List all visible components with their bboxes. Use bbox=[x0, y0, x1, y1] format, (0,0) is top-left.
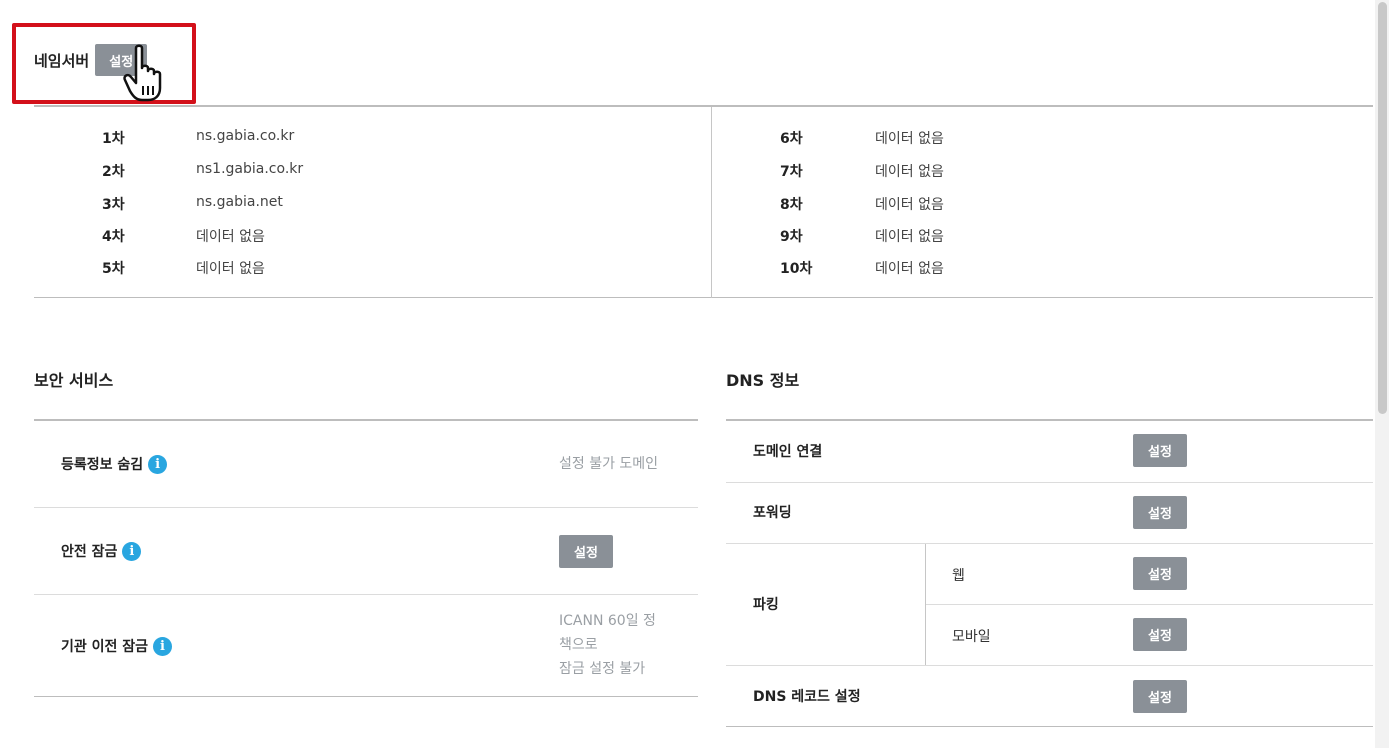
ns-order: 9차 bbox=[780, 229, 803, 245]
dns-bottom-border bbox=[726, 726, 1373, 727]
ns-order: 5차 bbox=[102, 261, 125, 277]
row-divider bbox=[34, 594, 698, 595]
domain-link-set-button[interactable]: 설정 bbox=[1133, 434, 1187, 467]
security-row-transfer-lock: 기관 이전 잠금 i bbox=[61, 636, 173, 656]
parking-mobile-set-button[interactable]: 설정 bbox=[1133, 618, 1187, 651]
status-line: ICANN 60일 정 bbox=[559, 613, 656, 629]
ns-order: 2차 bbox=[102, 164, 125, 180]
info-icon[interactable]: i bbox=[122, 541, 142, 561]
ns-order: 10차 bbox=[780, 261, 813, 277]
security-section-title: 보안 서비스 bbox=[34, 371, 114, 390]
ns-value: 데이터 없음 bbox=[196, 261, 265, 277]
dns-record-label: DNS 레코드 설정 bbox=[753, 689, 861, 705]
row-divider bbox=[726, 665, 1373, 666]
safe-lock-set-button[interactable]: 설정 bbox=[559, 535, 613, 568]
ns-value: 데이터 없음 bbox=[196, 229, 265, 245]
ns-order: 1차 bbox=[102, 131, 125, 147]
nameserver-bottom-border bbox=[34, 297, 1373, 298]
dns-domain-link-label: 도메인 연결 bbox=[753, 444, 823, 460]
parking-divider bbox=[925, 544, 926, 666]
dns-section-title: DNS 정보 bbox=[726, 371, 800, 390]
info-icon[interactable]: i bbox=[153, 636, 173, 656]
security-row-safe-lock: 안전 잠금 i bbox=[61, 541, 142, 561]
ns-value: 데이터 없음 bbox=[875, 164, 944, 180]
parking-mobile-label: 모바일 bbox=[952, 629, 991, 645]
ns-value: 데이터 없음 bbox=[875, 261, 944, 277]
nameserver-top-border bbox=[34, 105, 1373, 107]
security-row-label: 안전 잠금 bbox=[61, 544, 118, 560]
row-divider bbox=[726, 482, 1373, 483]
dns-parking-label: 파킹 bbox=[753, 597, 779, 613]
ns-value: 데이터 없음 bbox=[875, 197, 944, 213]
status-line: 책으로 bbox=[559, 637, 598, 653]
security-row-label: 기관 이전 잠금 bbox=[61, 639, 149, 655]
row-divider bbox=[34, 507, 698, 508]
dns-forwarding-label: 포워딩 bbox=[753, 505, 792, 521]
security-bottom-border bbox=[34, 696, 698, 697]
parking-web-set-button[interactable]: 설정 bbox=[1133, 557, 1187, 590]
dns-top-border bbox=[726, 419, 1373, 421]
ns-value: ns1.gabia.co.kr bbox=[196, 161, 304, 177]
security-top-border bbox=[34, 419, 698, 421]
row-divider bbox=[926, 604, 1373, 605]
ns-order: 6차 bbox=[780, 131, 803, 147]
info-icon[interactable]: i bbox=[148, 454, 168, 474]
dns-record-set-button[interactable]: 설정 bbox=[1133, 680, 1187, 713]
security-row-label: 등록정보 숨김 bbox=[61, 457, 144, 473]
scrollbar-thumb[interactable] bbox=[1378, 2, 1387, 414]
security-row-privacy: 등록정보 숨김 i bbox=[61, 454, 168, 474]
ns-value: ns.gabia.co.kr bbox=[196, 128, 295, 144]
ns-order: 3차 bbox=[102, 197, 125, 213]
transfer-lock-status: ICANN 60일 정 책으로 잠금 설정 불가 bbox=[559, 609, 656, 681]
ns-value: 데이터 없음 bbox=[875, 131, 944, 147]
ns-order: 8차 bbox=[780, 197, 803, 213]
ns-order: 7차 bbox=[780, 164, 803, 180]
status-line: 잠금 설정 불가 bbox=[559, 661, 646, 677]
nameserver-column-divider bbox=[711, 107, 712, 298]
ns-value: 데이터 없음 bbox=[875, 229, 944, 245]
privacy-status: 설정 불가 도메인 bbox=[559, 456, 659, 472]
row-divider bbox=[726, 543, 1373, 544]
ns-value: ns.gabia.net bbox=[196, 194, 283, 210]
ns-order: 4차 bbox=[102, 229, 125, 245]
hand-pointer-icon bbox=[123, 44, 162, 102]
forwarding-set-button[interactable]: 설정 bbox=[1133, 496, 1187, 529]
parking-web-label: 웹 bbox=[952, 568, 965, 584]
